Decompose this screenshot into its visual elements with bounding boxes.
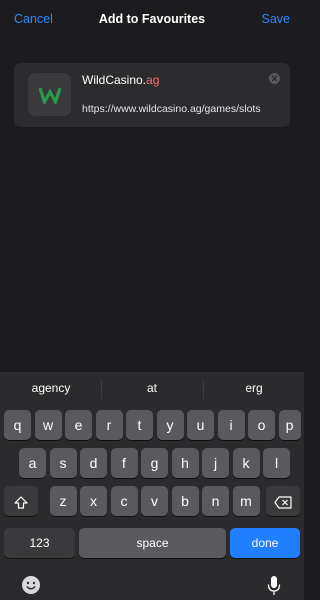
- emoji-icon: [22, 576, 40, 594]
- key-e[interactable]: e: [65, 410, 92, 440]
- key-j[interactable]: j: [202, 448, 229, 478]
- keyboard: agency at erg q w e r t y u i o p a s d …: [0, 372, 304, 600]
- key-a[interactable]: a: [19, 448, 46, 478]
- key-r[interactable]: r: [95, 410, 123, 440]
- key-w[interactable]: w: [34, 410, 62, 440]
- favourite-card: WildCasino.ag https://www.wildcasino.ag/…: [14, 63, 290, 127]
- key-b[interactable]: b: [171, 486, 199, 516]
- name-selected-text: ag: [146, 73, 160, 87]
- key-c[interactable]: c: [110, 486, 138, 516]
- save-button[interactable]: Save: [262, 12, 291, 26]
- key-q[interactable]: q: [4, 410, 31, 440]
- key-t[interactable]: t: [126, 410, 153, 440]
- site-favicon: [28, 73, 71, 116]
- key-x[interactable]: x: [80, 486, 107, 516]
- key-s[interactable]: s: [49, 448, 77, 478]
- key-o[interactable]: o: [248, 410, 275, 440]
- key-d[interactable]: d: [80, 448, 107, 478]
- page-title: Add to Favourites: [98, 12, 206, 26]
- key-n[interactable]: n: [202, 486, 229, 516]
- key-u[interactable]: u: [187, 410, 214, 440]
- suggestion-item[interactable]: erg: [204, 381, 304, 395]
- space-key[interactable]: space: [79, 528, 226, 558]
- favourite-url: https://www.wildcasino.ag/games/slots: [82, 103, 261, 115]
- key-f[interactable]: f: [110, 448, 138, 478]
- key-l[interactable]: l: [263, 448, 290, 478]
- shift-key[interactable]: [4, 486, 38, 516]
- favourite-name-field[interactable]: WildCasino.ag: [82, 73, 159, 87]
- close-icon: [271, 75, 278, 82]
- name-text: WildCasino.: [82, 73, 147, 87]
- suggestion-item[interactable]: agency: [1, 381, 101, 395]
- suggestion-bar: agency at erg: [0, 372, 304, 406]
- shift-icon: [14, 496, 28, 509]
- key-z[interactable]: z: [49, 486, 77, 516]
- suggestion-item[interactable]: at: [102, 381, 202, 395]
- numbers-key[interactable]: 123: [4, 528, 75, 558]
- done-key[interactable]: done: [230, 528, 300, 558]
- wildcasino-logo-icon: [38, 87, 61, 104]
- key-g[interactable]: g: [141, 448, 168, 478]
- nav-bar: Cancel Add to Favourites Save: [0, 0, 304, 40]
- key-v[interactable]: v: [141, 486, 168, 516]
- dictation-button[interactable]: [266, 575, 282, 600]
- clear-text-button[interactable]: [269, 73, 280, 84]
- key-m[interactable]: m: [232, 486, 260, 516]
- emoji-button[interactable]: [21, 575, 41, 600]
- microphone-icon: [267, 576, 281, 595]
- key-h[interactable]: h: [171, 448, 199, 478]
- key-k[interactable]: k: [232, 448, 260, 478]
- delete-key[interactable]: [266, 486, 300, 516]
- key-p[interactable]: p: [278, 410, 301, 440]
- backspace-icon: [274, 496, 292, 509]
- key-y[interactable]: y: [156, 410, 184, 440]
- key-i[interactable]: i: [217, 410, 245, 440]
